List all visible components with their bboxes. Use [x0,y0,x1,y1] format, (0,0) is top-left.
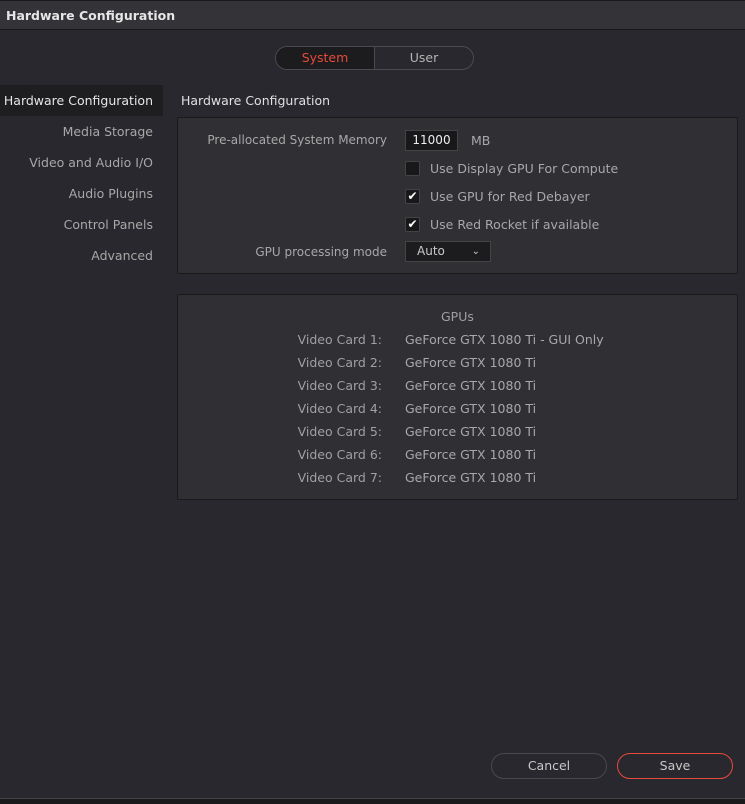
chevron-down-icon: ⌄ [471,246,480,257]
sidebar-item-media-storage[interactable]: Media Storage [0,116,163,147]
sidebar-item-control-panels[interactable]: Control Panels [0,209,163,240]
checkmark-icon: ✔ [407,189,418,203]
gpu-card-label: Video Card 4: [297,401,382,416]
gpu-card-label: Video Card 6: [297,447,382,462]
memory-input[interactable]: 11000 [405,130,458,151]
memory-unit: MB [471,133,491,148]
save-button[interactable]: Save [617,753,733,779]
gpu-mode-value: Auto [417,244,445,258]
scope-toggle: System User [275,46,474,70]
bottom-strip [0,798,745,804]
gpu-card-name: GeForce GTX 1080 Ti [405,470,537,485]
display-gpu-checkbox[interactable] [405,161,420,176]
gpu-card-label: Video Card 5: [297,424,382,439]
gpu-mode-dropdown[interactable]: Auto ⌄ [405,241,491,262]
sidebar-item-hardware-configuration[interactable]: Hardware Configuration [0,85,163,116]
gpus-title: GPUs [441,309,474,324]
red-debayer-checkbox[interactable]: ✔ [405,189,420,204]
tab-system[interactable]: System [276,47,375,69]
gpu-card-name: GeForce GTX 1080 Ti [405,378,537,393]
gpu-card-label: Video Card 7: [297,470,382,485]
gpu-card-name: GeForce GTX 1080 Ti [405,424,537,439]
tab-user[interactable]: User [375,47,473,69]
display-gpu-label: Use Display GPU For Compute [430,161,619,176]
sidebar-item-video-audio-io[interactable]: Video and Audio I/O [0,147,163,178]
gpu-card-name: GeForce GTX 1080 Ti [405,447,537,462]
red-debayer-label: Use GPU for Red Debayer [430,189,590,204]
title-bar: Hardware Configuration [0,0,745,30]
gpu-card-label: Video Card 3: [297,378,382,393]
section-title: Hardware Configuration [181,93,331,108]
red-rocket-label: Use Red Rocket if available [430,217,600,232]
settings-panel: Pre-allocated System Memory 11000 MB Use… [177,117,738,274]
checkmark-icon: ✔ [407,217,418,231]
gpu-card-label: Video Card 2: [297,355,382,370]
gpus-panel: GPUs Video Card 1: GeForce GTX 1080 Ti - … [177,294,738,500]
gpu-mode-label: GPU processing mode [255,245,387,259]
memory-label: Pre-allocated System Memory [207,133,387,147]
window-title: Hardware Configuration [6,8,176,23]
sidebar: Hardware Configuration Media Storage Vid… [0,85,163,271]
gpu-card-name: GeForce GTX 1080 Ti - GUI Only [405,332,604,347]
gpu-card-name: GeForce GTX 1080 Ti [405,355,537,370]
sidebar-item-audio-plugins[interactable]: Audio Plugins [0,178,163,209]
cancel-button[interactable]: Cancel [491,753,607,779]
gpu-card-name: GeForce GTX 1080 Ti [405,401,537,416]
red-rocket-checkbox[interactable]: ✔ [405,217,420,232]
sidebar-item-advanced[interactable]: Advanced [0,240,163,271]
gpu-card-label: Video Card 1: [297,332,382,347]
